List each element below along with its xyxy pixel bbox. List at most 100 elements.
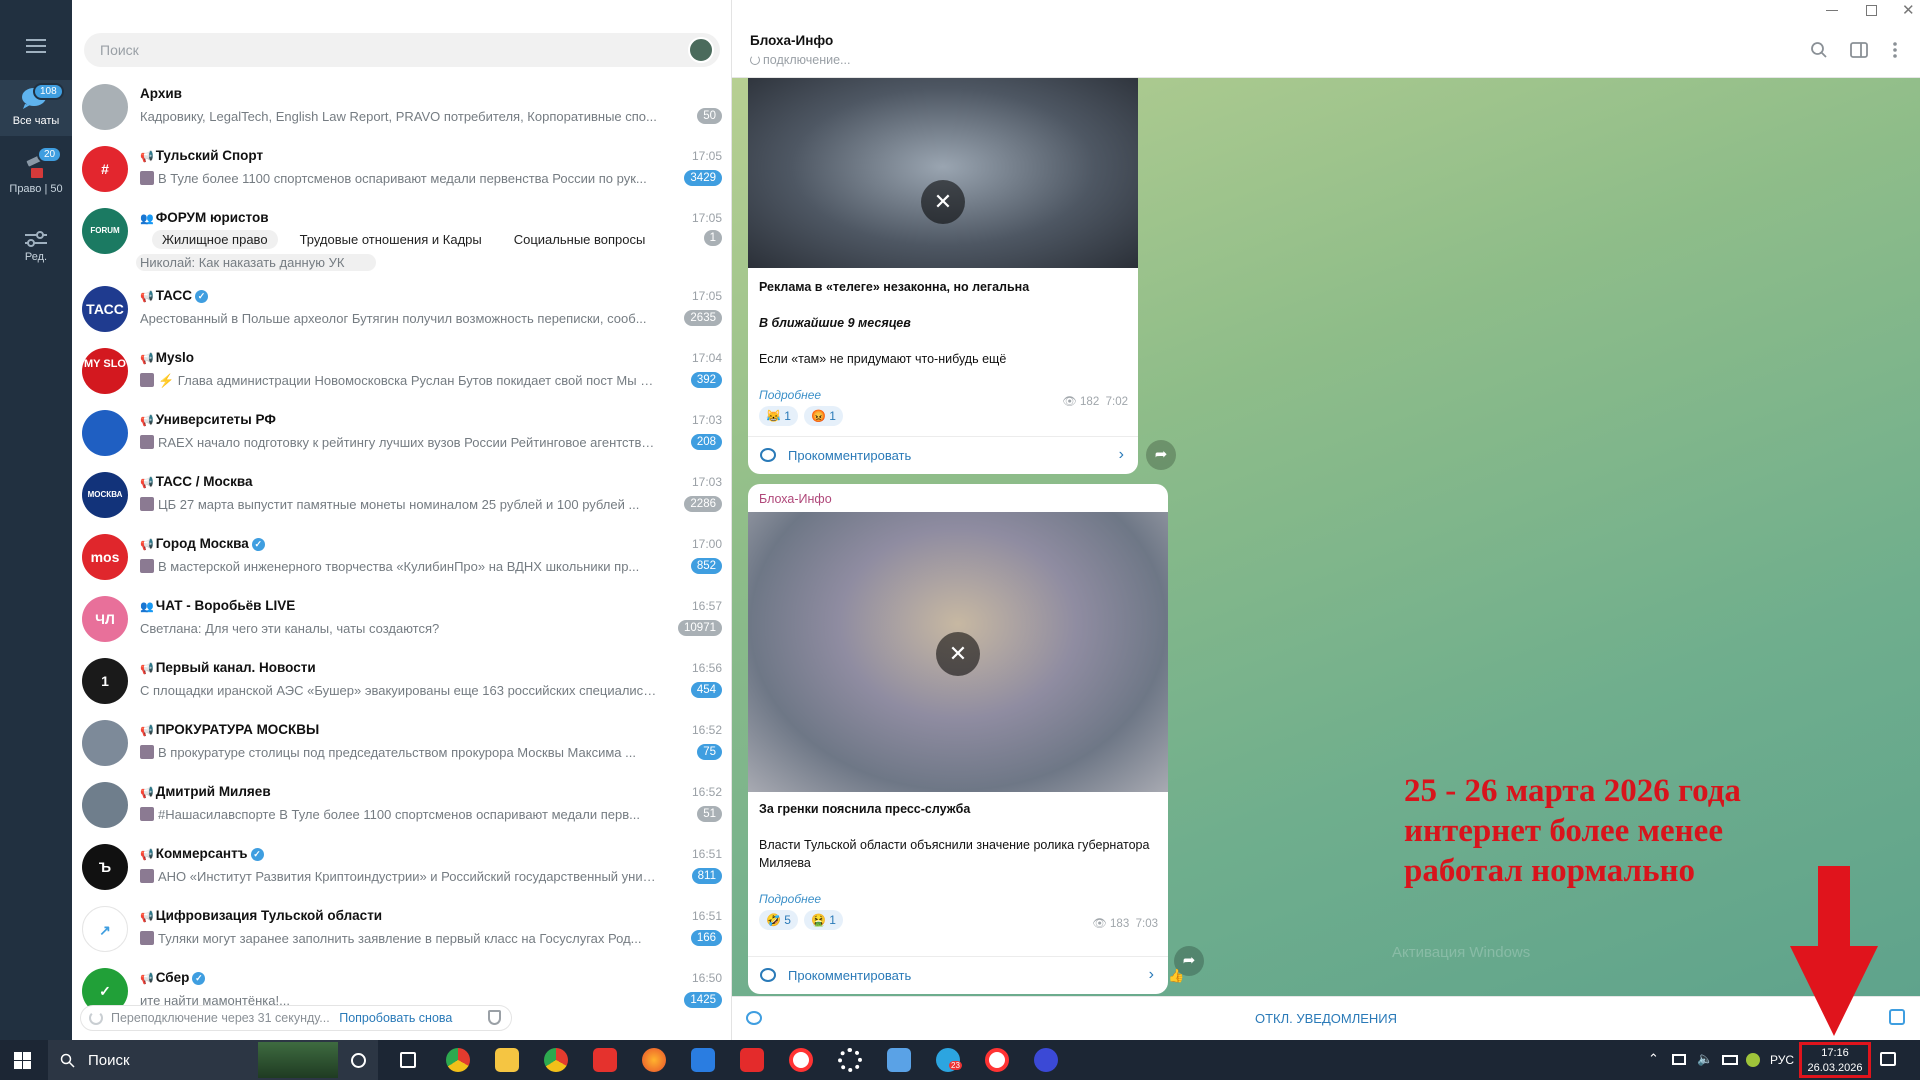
share-button-1[interactable]: ➦ xyxy=(1146,440,1176,470)
chrome-icon[interactable] xyxy=(446,1048,470,1072)
forum-topic[interactable]: Социальные вопросы xyxy=(504,230,656,249)
menu-button[interactable] xyxy=(0,38,72,64)
more-link-2[interactable]: Подробнее xyxy=(759,890,1157,908)
more-vertical-icon[interactable] xyxy=(1892,41,1898,59)
wps-icon[interactable] xyxy=(740,1048,764,1072)
search-input[interactable]: Поиск xyxy=(84,33,720,67)
chrome-icon-2[interactable] xyxy=(544,1048,568,1072)
chat-preview-text: Кадровику, LegalTech, English Law Report… xyxy=(140,109,657,124)
language-indicator[interactable]: РУС xyxy=(1770,1053,1794,1067)
taskbar-search[interactable]: Поиск xyxy=(48,1040,378,1080)
chat-row[interactable]: ТАСС 📢 ТАСС ✓ 17:05 Арестованный в Польше арх… xyxy=(72,280,731,342)
comment-button-1[interactable]: Прокомментировать › xyxy=(748,436,1138,474)
retry-link[interactable]: Попробовать снова xyxy=(339,1011,452,1025)
close-icon[interactable]: ✕ xyxy=(1902,1,1915,19)
chat-name-text: ТАСС xyxy=(155,288,193,303)
group-icon: 👥 xyxy=(140,213,154,225)
forum-topic[interactable]: Трудовые отношения и Кадры xyxy=(290,230,492,249)
yandex-browser-icon[interactable] xyxy=(789,1048,813,1072)
message-author-2[interactable]: Блоха-Инфо xyxy=(748,484,1168,512)
cancel-download-icon[interactable]: ✕ xyxy=(921,180,965,224)
comment-button-2[interactable]: Прокомментировать › xyxy=(748,956,1168,994)
reaction-clown-2[interactable]: 🤮 1 xyxy=(803,910,843,930)
folder-edit[interactable]: Ред. xyxy=(0,230,72,276)
settings-icon[interactable] xyxy=(838,1048,862,1072)
sidebar-toggle-icon[interactable] xyxy=(1850,41,1868,59)
chat-time: 17:05 xyxy=(691,149,722,163)
notifications-icon[interactable] xyxy=(1880,1052,1896,1066)
yandex-icon[interactable] xyxy=(593,1048,617,1072)
chat-row[interactable]: MY SLO 📢 Myslo 17:04 ⚡ Глава администрации Н… xyxy=(72,342,731,404)
chat-row[interactable]: FORUM 👥 ФОРУМ юристов 17:05 Жилищное право Тр… xyxy=(72,202,731,280)
cortana-icon[interactable] xyxy=(351,1053,366,1068)
connecting-spinner-icon xyxy=(750,55,760,65)
store-icon[interactable] xyxy=(691,1048,715,1072)
chat-row[interactable]: mos 📢 Город Москва ✓ 17:00 В мастерской инжен… xyxy=(72,528,731,590)
chat-name-text: Цифровизация Тульской области xyxy=(155,908,383,923)
chat-name-text: Первый канал. Новости xyxy=(155,660,316,675)
computer-icon[interactable] xyxy=(887,1048,911,1072)
windows-start-icon[interactable] xyxy=(14,1052,31,1069)
status-icon[interactable] xyxy=(1746,1053,1760,1067)
minimize-icon[interactable] xyxy=(1826,10,1838,11)
chat-row[interactable]: ЧЛ 👥 ЧАТ - Воробьёв LIVE 16:57 Светлана: Для… xyxy=(72,590,731,652)
chat-row[interactable]: Архив Кадровику, LegalTech, English Law R… xyxy=(72,78,731,140)
reaction-laugh-2[interactable]: 🤣 5 xyxy=(759,910,798,930)
chat-avatar: 1 xyxy=(82,658,128,704)
forum-topic[interactable]: Жилищное право xyxy=(152,230,278,249)
message-post-1[interactable]: ✕ Реклама в «телеге» незаконна, но легал… xyxy=(748,78,1138,474)
unread-badge: 50 xyxy=(697,108,722,124)
reaction-laugh-1[interactable]: 😹 1 xyxy=(759,406,798,426)
chat-row[interactable]: 📢 Университеты РФ 17:03 RAEX начало подгото… xyxy=(72,404,731,466)
chat-row[interactable]: ↗ 📢 Цифровизация Тульской области 16:51 Туля… xyxy=(72,900,731,962)
firefox-icon[interactable] xyxy=(642,1048,666,1072)
sliders-icon xyxy=(25,231,47,247)
account-avatar[interactable] xyxy=(688,37,714,63)
volume-icon[interactable]: 🔈 xyxy=(1697,1051,1713,1067)
folder-all-chats[interactable]: Все чаты 108 xyxy=(0,80,72,136)
chat-preview-text: АНО «Институт Развития Криптоиндустрии» … xyxy=(158,869,660,884)
preview-thumbnail xyxy=(140,745,154,759)
chat-title[interactable]: Блоха-Инфо xyxy=(750,33,833,48)
reaction-angry-1[interactable]: 😡 1 xyxy=(803,406,843,426)
chat-avatar: ТАСС xyxy=(82,286,128,332)
shield-icon[interactable] xyxy=(488,1010,501,1025)
chevron-right-icon: › xyxy=(1118,446,1124,463)
chat-footer: ОТКЛ. УВЕДОМЛЕНИЯ xyxy=(732,996,1920,1040)
search-icon[interactable] xyxy=(1810,41,1828,59)
media-preview-2[interactable]: ✕ xyxy=(748,512,1168,792)
message-post-2[interactable]: Блоха-Инфо ✕ За гренки пояснила пресс-сл… xyxy=(748,484,1168,994)
task-view-icon[interactable] xyxy=(400,1052,416,1068)
channel-icon: 📢 xyxy=(140,415,154,427)
chat-avatar: FORUM xyxy=(82,208,128,254)
maximize-icon[interactable] xyxy=(1866,5,1877,16)
preview-thumbnail xyxy=(140,497,154,511)
preview-thumbnail xyxy=(140,435,154,449)
chat-row[interactable]: 📢 ПРОКУРАТУРА МОСКВЫ 16:52 В прокуратуре ст… xyxy=(72,714,731,776)
gift-icon[interactable] xyxy=(1889,1009,1905,1025)
verified-icon: ✓ xyxy=(250,848,264,861)
chat-time: 16:57 xyxy=(691,599,722,613)
folder-pravo[interactable]: Право | 50 20 xyxy=(0,146,72,206)
chat-name: 👥 ФОРУМ юристов xyxy=(140,210,269,225)
network-icon[interactable] xyxy=(1672,1054,1686,1065)
media-preview-1[interactable]: ✕ xyxy=(748,78,1138,268)
chat-row[interactable]: Ъ 📢 Коммерсантъ ✓ 16:51 АНО «Институт Развити… xyxy=(72,838,731,900)
chevron-up-icon[interactable]: ⌃ xyxy=(1648,1051,1659,1067)
chat-row[interactable]: 📢 Дмитрий Миляев 16:52 #Нашасилавспорте В Т… xyxy=(72,776,731,838)
mute-button[interactable]: ОТКЛ. УВЕДОМЛЕНИЯ xyxy=(732,1011,1920,1026)
message-area[interactable]: ✕ Реклама в «телеге» незаконна, но легал… xyxy=(732,78,1920,996)
chat-row[interactable]: 1 📢 Первый канал. Новости 16:56 С площадки и… xyxy=(72,652,731,714)
chat-row[interactable]: # 📢 Тульский Спорт 17:05 В Туле более 1100 с… xyxy=(72,140,731,202)
clock[interactable]: 17:16 26.03.2026 xyxy=(1799,1042,1871,1078)
battery-icon[interactable] xyxy=(1722,1055,1738,1065)
chat-preview: Светлана: Для чего эти каналы, чаты созд… xyxy=(140,621,660,636)
channel-icon: 📢 xyxy=(140,663,154,675)
folder-icon[interactable] xyxy=(495,1048,519,1072)
yandex-browser-icon-2[interactable] xyxy=(985,1048,1009,1072)
cancel-download-icon[interactable]: ✕ xyxy=(936,632,980,676)
chat-row[interactable]: МОСКВА 📢 ТАСС / Москва 17:03 ЦБ 27 марта вып… xyxy=(72,466,731,528)
app-icon[interactable] xyxy=(1034,1048,1058,1072)
telegram-icon[interactable]: 23 xyxy=(936,1048,962,1072)
unread-badge: 392 xyxy=(690,372,722,388)
